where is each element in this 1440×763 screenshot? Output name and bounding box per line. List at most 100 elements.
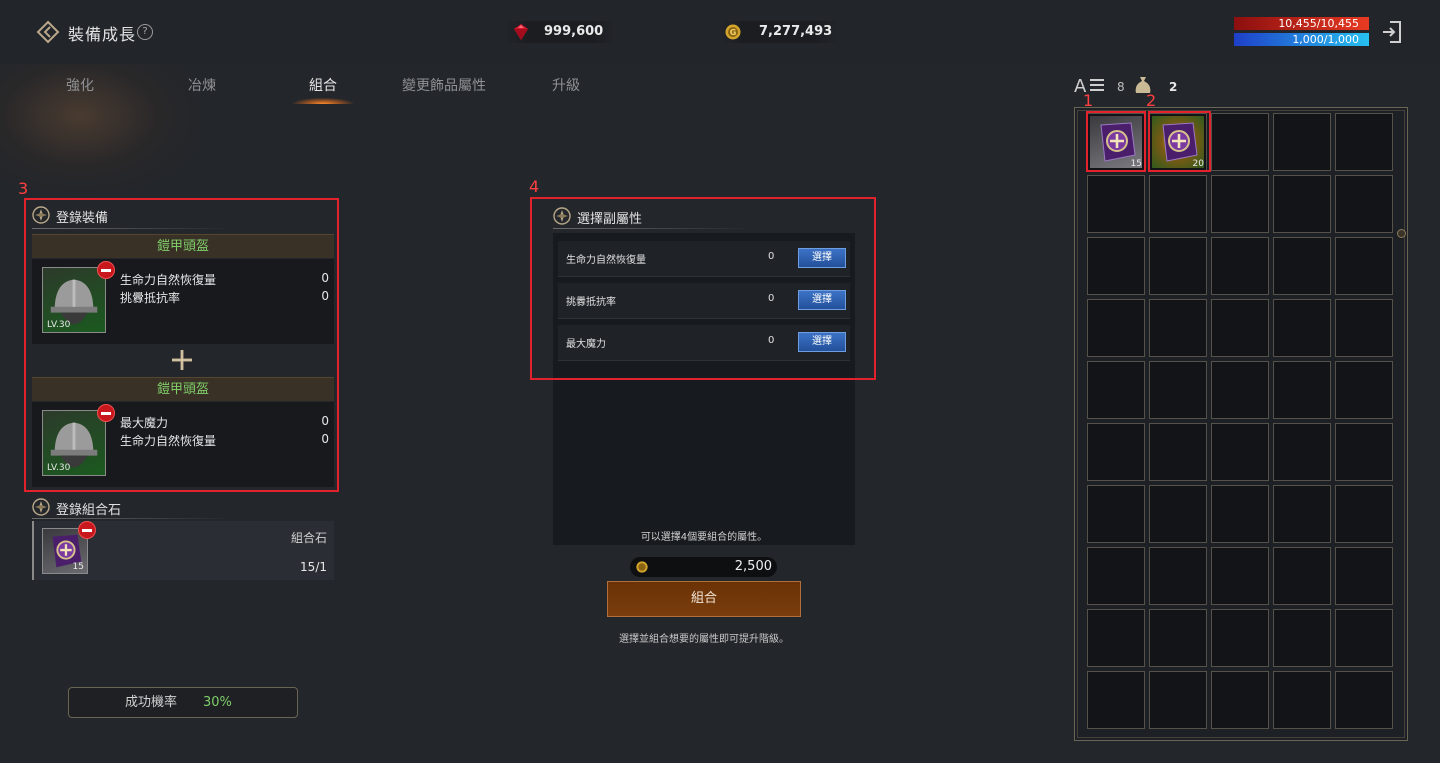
hp-bar: 10,455/10,455: [1234, 17, 1369, 30]
combination-stone-card[interactable]: 15 組合石 15/1: [32, 521, 334, 580]
inventory-slot[interactable]: [1211, 485, 1269, 543]
helmet-item-slot[interactable]: LV.30: [42, 267, 106, 333]
combine-button[interactable]: 組合: [607, 581, 801, 617]
inventory-slot[interactable]: [1273, 175, 1331, 233]
inventory-slot[interactable]: [1335, 113, 1393, 171]
mp-bar: 1,000/1,000: [1234, 33, 1369, 46]
annotation-box-2: [1148, 111, 1211, 172]
remove-equipment-button[interactable]: [97, 261, 115, 279]
plus-icon: [172, 350, 192, 370]
inventory-slot[interactable]: [1273, 113, 1331, 171]
stat-name: 挑釁抵抗率: [120, 291, 181, 305]
tab-enhance[interactable]: 強化: [20, 76, 140, 104]
inventory-slot[interactable]: [1149, 671, 1207, 729]
exit-icon[interactable]: [1381, 20, 1403, 44]
inventory-slot[interactable]: [1149, 237, 1207, 295]
inventory-slot[interactable]: [1211, 423, 1269, 481]
svg-text:G: G: [730, 28, 737, 37]
equipment-card-1[interactable]: LV.30 生命力自然恢復量 0 挑釁抵抗率 0: [32, 259, 334, 344]
stat-value: 0: [321, 271, 329, 285]
gem-currency: 999,600: [506, 21, 616, 43]
inventory-slot[interactable]: [1087, 609, 1145, 667]
remove-stone-button[interactable]: [78, 521, 96, 539]
compass-emblem-icon: [32, 498, 50, 516]
inventory-slot[interactable]: [1087, 175, 1145, 233]
remove-equipment-button[interactable]: [97, 404, 115, 422]
inventory-slot[interactable]: [1087, 361, 1145, 419]
inventory-slot[interactable]: [1335, 671, 1393, 729]
stone-quantity: 15/1: [300, 560, 327, 574]
stone-count: 15: [72, 562, 84, 572]
inventory-slot[interactable]: [1211, 671, 1269, 729]
tab-combine[interactable]: 組合: [263, 76, 383, 104]
inventory-slot[interactable]: [1335, 423, 1393, 481]
tab-smelt[interactable]: 冶煉: [142, 76, 262, 104]
inventory-slot[interactable]: [1335, 299, 1393, 357]
inventory-slot[interactable]: [1149, 361, 1207, 419]
equipment-name-2: 鎧甲頭盔: [32, 377, 334, 401]
inventory-slot[interactable]: [1273, 361, 1331, 419]
inventory-panel: 15 20: [1074, 107, 1408, 741]
bag-count: 2: [1169, 80, 1178, 94]
gold-coin-icon: G: [725, 24, 741, 40]
inventory-slot[interactable]: [1087, 547, 1145, 605]
inventory-slot[interactable]: [1149, 423, 1207, 481]
inventory-scrollbar[interactable]: [1397, 229, 1406, 238]
inventory-slot[interactable]: [1211, 547, 1269, 605]
combine-cost: 2,500: [630, 557, 777, 577]
stat-name: 生命力自然恢復量: [120, 273, 217, 287]
inventory-slot[interactable]: [1087, 237, 1145, 295]
inventory-slot[interactable]: [1335, 485, 1393, 543]
inventory-slot[interactable]: [1211, 175, 1269, 233]
annotation-number-3: 3: [18, 179, 29, 198]
section-divider: [32, 228, 232, 229]
inventory-slot[interactable]: [1149, 299, 1207, 357]
inventory-slot[interactable]: [1335, 237, 1393, 295]
inventory-slot[interactable]: [1211, 299, 1269, 357]
inventory-slot[interactable]: [1335, 609, 1393, 667]
inventory-slot[interactable]: [1087, 299, 1145, 357]
equipment-card-2[interactable]: LV.30 最大魔力 0 生命力自然恢復量 0: [32, 402, 334, 487]
inventory-slot[interactable]: [1273, 423, 1331, 481]
inventory-slot[interactable]: [1273, 671, 1331, 729]
inventory-slot[interactable]: [1273, 299, 1331, 357]
tab-upgrade[interactable]: 升級: [506, 76, 626, 104]
inventory-slot[interactable]: [1149, 609, 1207, 667]
back-arrow-icon[interactable]: [36, 20, 60, 44]
inventory-slot[interactable]: [1335, 175, 1393, 233]
success-rate-label: 成功機率: [125, 695, 178, 710]
gold-amount: 7,277,493: [759, 24, 833, 39]
inventory-slot[interactable]: [1087, 423, 1145, 481]
inventory-slot[interactable]: [1149, 485, 1207, 543]
combine-cost-value: 2,500: [734, 559, 772, 574]
annotation-number-4: 4: [529, 177, 540, 196]
equipment-level: LV.30: [47, 463, 71, 473]
inventory-slot[interactable]: [1211, 237, 1269, 295]
annotation-box-4: [530, 197, 876, 380]
stat-name: 最大魔力: [120, 416, 169, 430]
stat-value: 0: [321, 414, 329, 428]
ruby-gem-icon: [514, 24, 528, 40]
inventory-slot[interactable]: [1273, 485, 1331, 543]
success-rate-value: 30%: [203, 695, 232, 710]
inventory-slot[interactable]: [1211, 361, 1269, 419]
inventory-slot[interactable]: [1335, 547, 1393, 605]
stone-name: 組合石: [290, 531, 327, 545]
page-title: 裝備成長: [68, 25, 137, 44]
tab-change-accessory-attribute[interactable]: 變更飾品屬性: [384, 76, 504, 104]
register-equipment-title: 登錄裝備: [56, 211, 109, 226]
inventory-slot[interactable]: [1087, 485, 1145, 543]
inventory-slot[interactable]: [1273, 609, 1331, 667]
question-circle-icon[interactable]: ?: [137, 24, 153, 40]
inventory-slot[interactable]: [1087, 671, 1145, 729]
inventory-slot[interactable]: [1211, 609, 1269, 667]
inventory-slot[interactable]: [1335, 361, 1393, 419]
inventory-slot[interactable]: [1149, 175, 1207, 233]
helmet-item-slot[interactable]: LV.30: [42, 410, 106, 476]
inventory-slot[interactable]: [1273, 237, 1331, 295]
inventory-slot[interactable]: [1211, 113, 1269, 171]
stat-value: 0: [321, 289, 329, 303]
inventory-slot[interactable]: [1149, 547, 1207, 605]
section-divider: [32, 518, 232, 519]
inventory-slot[interactable]: [1273, 547, 1331, 605]
